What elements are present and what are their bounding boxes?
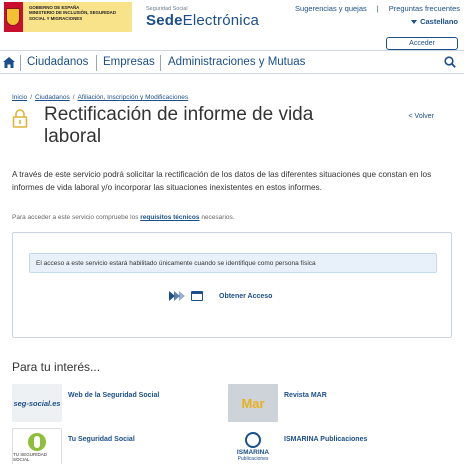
tile-revista-mar[interactable]: Mar Revista MAR [228, 384, 327, 422]
intro-text: A través de este servicio podrá solicita… [12, 170, 432, 192]
ship-wheel-icon [245, 432, 261, 448]
breadcrumb-ciudadanos[interactable]: Ciudadanos [35, 94, 70, 101]
mar-thumbnail: Mar [228, 384, 278, 422]
tile-ismarina[interactable]: ISMARINA Publicaciones ISMARINA Publicac… [228, 428, 367, 464]
main-nav: Ciudadanos Empresas Administraciones y M… [0, 50, 464, 74]
tile-tu-seguridad-social[interactable]: TU SEGURIDAD SOCIAL Tu Seguridad Social [12, 428, 135, 464]
sep-bar: | [376, 4, 379, 13]
tile-label: Revista MAR [284, 392, 327, 399]
sede-bold-text: Sede [146, 12, 183, 29]
tu-seguridad-social-thumbnail: TU SEGURIDAD SOCIAL [12, 428, 62, 464]
breadcrumb: Inicio / Ciudadanos / Afiliación, Inscripció… [12, 94, 189, 101]
top-links: Sugerencias y quejas | Preguntas frecuen… [295, 4, 460, 13]
obtain-access-label: Obtener Acceso [219, 292, 273, 300]
ismarina-thumb-sub: Publicaciones [237, 456, 269, 462]
access-info-box: El acceso a este servicio estará habilit… [29, 253, 437, 273]
nav-item-empresas[interactable]: Empresas [103, 56, 155, 68]
caret-down-icon [411, 20, 418, 25]
link-suggestions[interactable]: Sugerencias y quejas [295, 4, 367, 13]
access-panel: El acceso a este servicio estará habilit… [12, 232, 452, 338]
nav-divider [160, 55, 161, 71]
nav-item-administraciones[interactable]: Administraciones y Mutuas [168, 56, 305, 68]
seg-social-thumbnail: seg-social.es [12, 384, 62, 422]
obtain-access-button[interactable]: Obtener Acceso [169, 291, 272, 301]
fast-forward-icon [169, 291, 185, 301]
government-logo[interactable]: Gobierno de España Ministerio de Inclusi… [4, 2, 132, 32]
tu-logo-icon [28, 432, 46, 451]
req-suffix: necesarios. [199, 214, 235, 221]
nav-divider [20, 55, 21, 71]
link-faq[interactable]: Preguntas frecuentes [389, 4, 460, 13]
nav-item-ciudadanos[interactable]: Ciudadanos [27, 56, 88, 68]
window-icon [191, 291, 203, 301]
coat-of-arms-icon [4, 2, 23, 32]
page-title: Rectificación de informe de vida laboral [44, 104, 314, 147]
search-icon[interactable] [444, 56, 456, 68]
back-link[interactable]: < Volver [409, 113, 435, 120]
ismarina-thumbnail: ISMARINA Publicaciones [228, 428, 278, 464]
tile-label: ISMARINA Publicaciones [284, 436, 368, 443]
top-bar: Gobierno de España Ministerio de Inclusi… [0, 0, 464, 38]
breadcrumb-inicio[interactable]: Inicio [12, 94, 27, 101]
lock-icon [12, 109, 28, 128]
breadcrumb-afiliacion[interactable]: Afiliación, Inscripción y Modificaciones [78, 94, 189, 101]
home-icon[interactable] [3, 57, 15, 68]
language-selector[interactable]: Castellano [411, 17, 458, 26]
technical-requirements-link[interactable]: requisitos técnicos [140, 214, 199, 221]
sede-rest-text: Electrónica [182, 12, 260, 29]
login-button[interactable]: Acceder [386, 37, 458, 50]
interest-section-title: Para tu interés... [12, 360, 101, 374]
tile-web-seguridad-social[interactable]: seg-social.es Web de la Seguridad Social [12, 384, 159, 422]
ismarina-thumb-text: ISMARINA [236, 449, 270, 456]
nav-divider [96, 55, 97, 71]
tile-label: Tu Seguridad Social [68, 436, 135, 443]
requirements-text: Para acceder a este servicio compruebe l… [12, 214, 235, 221]
req-prefix: Para acceder a este servicio compruebe l… [12, 214, 141, 221]
tile-label: Web de la Seguridad Social [68, 392, 160, 399]
language-label: Castellano [420, 17, 458, 26]
gov-line-2: Ministerio de Inclusión, Seguridad Socia… [28, 10, 117, 21]
sede-logo[interactable]: Seguridad Social SedeElectrónica [146, 6, 259, 29]
tu-thumb-text: TU SEGURIDAD SOCIAL [13, 451, 48, 462]
